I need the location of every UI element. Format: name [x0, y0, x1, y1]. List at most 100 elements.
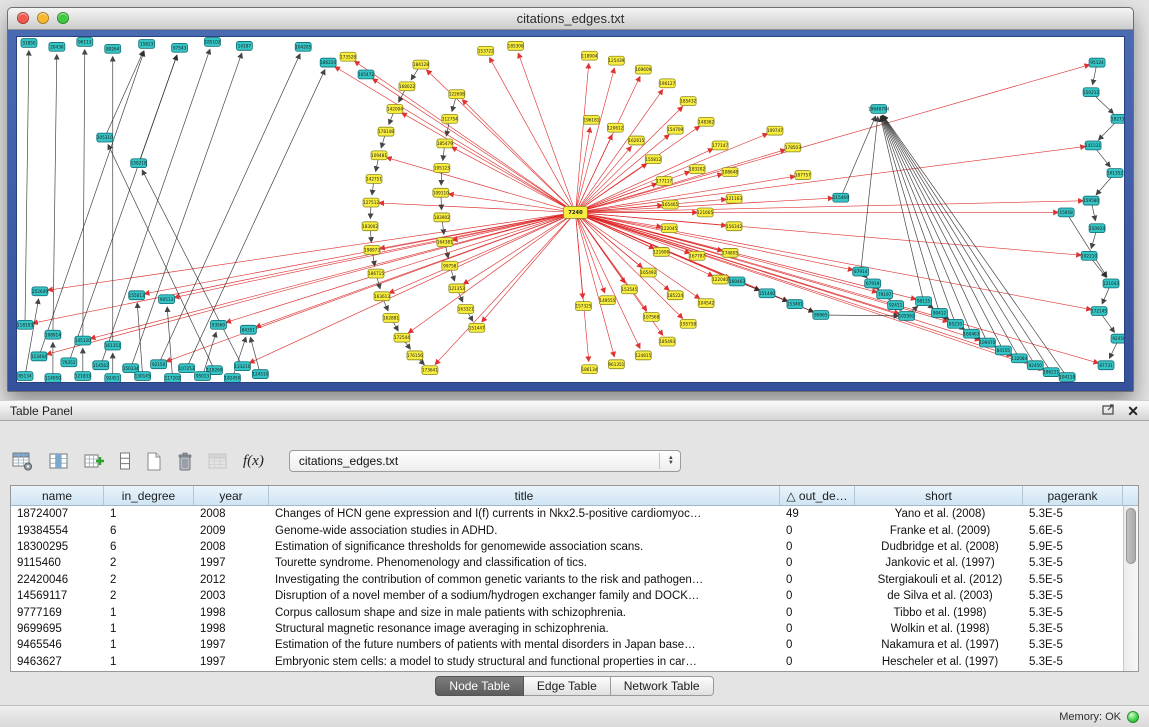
table-cell[interactable]: 0: [780, 557, 855, 569]
graph-edge[interactable]: [101, 49, 210, 365]
delete-table-icon[interactable]: [177, 452, 193, 471]
table-cell[interactable]: 1: [104, 508, 194, 520]
table-row[interactable]: 969969511998Structural magnetic resonanc…: [11, 621, 1123, 637]
graph-node[interactable]: 121606: [653, 247, 669, 256]
table-cell[interactable]: Genome-wide association studies in ADHD.: [269, 525, 780, 537]
graph-node[interactable]: 158218: [131, 159, 147, 168]
graph-node[interactable]: 80264: [105, 44, 121, 53]
graph-node[interactable]: 162615: [628, 136, 644, 145]
table-cell[interactable]: 9699695: [11, 623, 104, 635]
graph-node[interactable]: 185306: [508, 41, 524, 50]
graph-edge[interactable]: [575, 212, 979, 340]
table-cell[interactable]: 22420046: [11, 574, 104, 586]
table-cell[interactable]: Nakamura et al. (1997): [855, 639, 1023, 651]
tab-network-table[interactable]: Network Table: [611, 676, 714, 696]
graph-node[interactable]: 118103: [17, 320, 33, 329]
graph-node[interactable]: 127512: [363, 198, 379, 207]
graph-node[interactable]: 133210: [234, 362, 250, 371]
float-panel-icon[interactable]: [1102, 404, 1115, 418]
graph-node[interactable]: 142751: [366, 175, 382, 184]
tab-edge-table[interactable]: Edge Table: [524, 676, 611, 696]
table-cell[interactable]: 9115460: [11, 557, 104, 569]
table-cell[interactable]: 6: [104, 541, 194, 553]
table-row[interactable]: 946362711997Embryonic stem cells: a mode…: [11, 654, 1123, 670]
graph-node[interactable]: 174805: [722, 248, 738, 257]
network-window-titlebar[interactable]: citations_edges.txt: [8, 8, 1133, 30]
table-cell[interactable]: Hescheler et al. (1997): [855, 656, 1023, 668]
table-cell[interactable]: 1997: [194, 639, 269, 651]
graph-node[interactable]: 93560: [210, 320, 226, 329]
graph-edge[interactable]: [105, 51, 144, 137]
graph-node[interactable]: 120612: [607, 123, 623, 132]
graph-node[interactable]: 172145: [1091, 307, 1107, 316]
tab-node-table[interactable]: Node Table: [435, 676, 524, 696]
graph-edge[interactable]: [139, 55, 177, 163]
table-cell[interactable]: 2012: [194, 574, 269, 586]
table-cell[interactable]: 1998: [194, 623, 269, 635]
graph-edge[interactable]: [53, 55, 57, 335]
graph-node[interactable]: 114562: [93, 361, 109, 370]
graph-node[interactable]: 112754: [442, 114, 458, 123]
table-cell[interactable]: 1: [104, 639, 194, 651]
graph-node[interactable]: 153722: [478, 46, 494, 55]
table-cell[interactable]: Franke et al. (2009): [855, 525, 1023, 537]
graph-node[interactable]: 178503: [785, 143, 801, 152]
graph-node[interactable]: 19648794: [868, 105, 890, 114]
graph-edge[interactable]: [33, 212, 576, 323]
graph-node[interactable]: 102210: [1081, 251, 1097, 260]
graph-node[interactable]: 205310: [97, 133, 113, 142]
graph-node[interactable]: 99758: [442, 261, 458, 270]
graph-edge[interactable]: [226, 212, 575, 322]
graph-node[interactable]: 121353: [449, 284, 465, 293]
table-row[interactable]: 1830029562008Estimation of significance …: [11, 539, 1123, 555]
graph-node[interactable]: 117202: [165, 374, 181, 382]
graph-node[interactable]: 109747: [767, 126, 783, 135]
table-cell[interactable]: 2: [104, 590, 194, 602]
graph-node[interactable]: 98115: [916, 297, 932, 306]
table-cell[interactable]: 1998: [194, 607, 269, 619]
table-cell[interactable]: 1: [104, 623, 194, 635]
function-builder-icon[interactable]: f(x): [243, 453, 264, 470]
column-header-title[interactable]: title: [269, 486, 780, 505]
graph-node[interactable]: 169609: [635, 65, 651, 74]
graph-node[interactable]: 184128: [413, 60, 429, 69]
table-row[interactable]: 1938455462009Genome-wide association stu…: [11, 522, 1123, 538]
graph-node[interactable]: 85134: [17, 372, 33, 381]
graph-node[interactable]: 104205: [295, 42, 311, 51]
graph-node[interactable]: 195123: [434, 164, 450, 173]
table-cell[interactable]: 2: [104, 574, 194, 586]
graph-node[interactable]: 7240: [564, 207, 588, 219]
new-document-icon[interactable]: [146, 452, 162, 471]
graph-node[interactable]: 142004: [387, 105, 403, 114]
graph-edge[interactable]: [575, 164, 646, 213]
table-cell[interactable]: 5.3E-5: [1023, 590, 1123, 602]
graph-edge[interactable]: [408, 212, 575, 333]
close-panel-icon[interactable]: ✕: [1127, 404, 1139, 418]
memory-indicator-icon[interactable]: [1127, 711, 1139, 723]
graph-edge[interactable]: [389, 212, 575, 293]
graph-node[interactable]: 172544: [394, 333, 410, 342]
network-canvas[interactable]: 7240118904125439169609196127185432148362…: [16, 36, 1125, 383]
graph-node[interactable]: 159580: [1083, 196, 1099, 205]
graph-edge[interactable]: [335, 67, 576, 213]
graph-edge[interactable]: [355, 61, 576, 212]
graph-node[interactable]: 85210: [947, 319, 963, 328]
table-cell[interactable]: 2008: [194, 541, 269, 553]
column-header-short[interactable]: short: [855, 486, 1023, 505]
zoom-window-button[interactable]: [57, 12, 69, 24]
graph-node[interactable]: 121833: [75, 372, 91, 381]
graph-edge[interactable]: [379, 203, 575, 212]
graph-node[interactable]: 155812: [645, 155, 661, 164]
graph-edge[interactable]: [575, 174, 722, 212]
graph-node[interactable]: 182450: [224, 374, 240, 382]
table-row[interactable]: 911546021997Tourette syndrome. Phenomeno…: [11, 555, 1123, 571]
graph-node[interactable]: 107568: [643, 313, 659, 322]
table-cell[interactable]: 5.6E-5: [1023, 525, 1123, 537]
graph-node[interactable]: 20436: [49, 42, 65, 51]
table-cell[interactable]: 5.3E-5: [1023, 607, 1123, 619]
table-cell[interactable]: Investigating the contribution of common…: [269, 574, 780, 586]
graph-node[interactable]: 160463: [963, 329, 979, 338]
graph-edge[interactable]: [142, 170, 242, 366]
graph-edge[interactable]: [575, 212, 1081, 255]
graph-edge[interactable]: [48, 212, 576, 290]
